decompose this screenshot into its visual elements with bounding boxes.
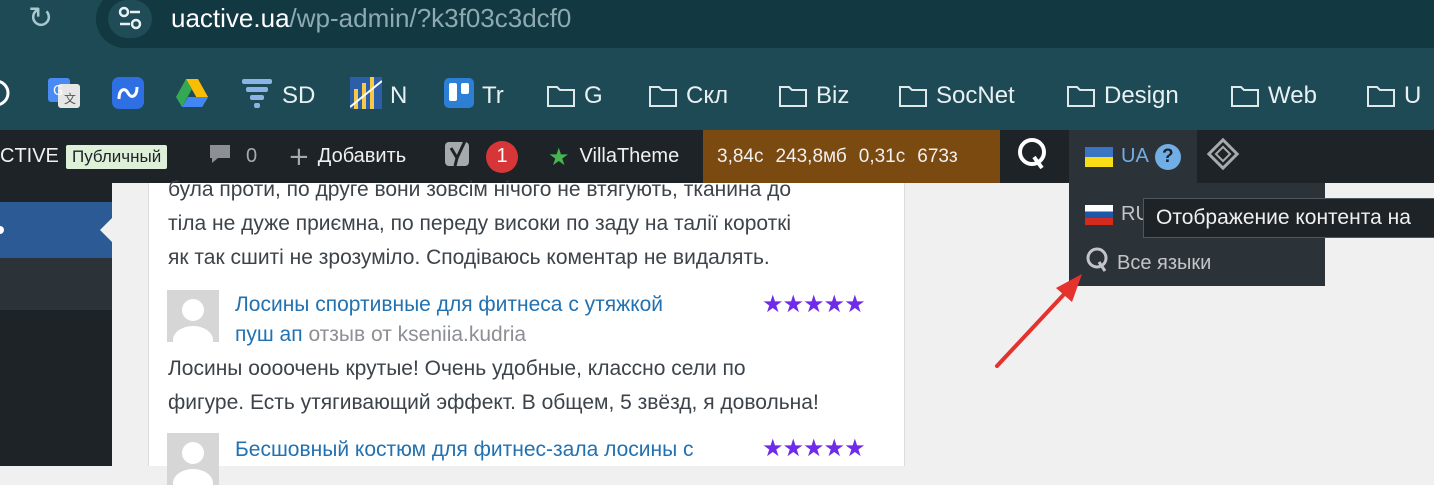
svg-text:G: G <box>53 84 63 99</box>
review-text-line: тіла не дуже приємна, по переду високи п… <box>168 212 792 235</box>
sidebar-submenu[interactable] <box>0 258 112 310</box>
rating-stars: ★★★★★ <box>762 290 866 318</box>
help-icon: ? <box>1154 143 1181 170</box>
public-badge: Публичный <box>66 144 168 169</box>
app-icon <box>112 76 144 116</box>
site-name: CTIVE <box>0 145 59 167</box>
svg-text:文: 文 <box>64 91 76 106</box>
bookmark-label: Tr <box>482 82 504 109</box>
plus-icon: + <box>288 141 310 172</box>
ua-flag-icon <box>1085 146 1113 167</box>
avatar <box>167 433 219 485</box>
bookmark-label: SD <box>282 82 316 109</box>
chart-icon <box>349 76 383 116</box>
bookmark-drive[interactable] <box>176 74 216 118</box>
active-pointer <box>100 218 112 242</box>
folder-icon <box>648 84 678 108</box>
google-drive-icon <box>176 78 208 114</box>
qtranslate-link[interactable] <box>1016 130 1050 183</box>
diamond-icon <box>1206 137 1240 177</box>
bookmark-label: U <box>1404 82 1422 109</box>
yoast-count-badge: 1 <box>486 140 518 173</box>
bookmark-sd[interactable]: SD <box>240 74 315 118</box>
bookmark-label: Biz <box>816 82 850 109</box>
bookmark-folder-biz[interactable]: Biz <box>778 74 849 118</box>
bookmark-folder-socnet[interactable]: SocNet <box>898 74 1015 118</box>
sidebar-item-active[interactable] <box>0 202 112 258</box>
yoast-icon <box>444 139 474 175</box>
folder-icon <box>1066 84 1096 108</box>
diamond-menu[interactable] <box>1206 130 1240 183</box>
bookmark-label: Скл <box>686 82 729 109</box>
perf-queries: 673з <box>917 145 958 167</box>
current-lang-label: UA <box>1121 145 1149 167</box>
trello-icon <box>444 77 474 115</box>
rating-stars: ★★★★★ <box>762 434 866 462</box>
reload-icon[interactable]: ↻ <box>28 4 60 36</box>
language-switcher[interactable]: UA ? <box>1069 130 1197 183</box>
review-text-line: Лосины оооочень крутые! Очень удобные, к… <box>168 357 746 380</box>
perf-db-time: 0,31с <box>858 145 906 167</box>
site-name-link[interactable]: CTIVE <box>0 130 59 183</box>
bookmark-chatgpt[interactable] <box>0 74 22 118</box>
tornado-icon <box>240 77 274 116</box>
comment-icon <box>208 143 232 171</box>
review-text-line: була проти, по друге вони зовсім нічого … <box>168 178 792 201</box>
add-label: Добавить <box>317 145 407 167</box>
avatar <box>167 290 219 342</box>
folder-icon <box>898 84 928 108</box>
bookmark-label: SocNet <box>936 82 1015 109</box>
review-text-line: як так сшиті не зрозуміло. Сподіваюсь ко… <box>168 246 770 269</box>
lang-option-ru[interactable]: RU <box>1085 203 1150 226</box>
site-settings-icon[interactable] <box>108 0 152 38</box>
folder-icon <box>1230 84 1260 108</box>
review-product-link-cont[interactable]: пуш ап <box>235 323 303 346</box>
url-host: uactive.ua <box>171 3 290 33</box>
folder-icon <box>778 84 808 108</box>
bookmark-label: Design <box>1104 82 1179 109</box>
star-icon: ★ <box>548 142 570 171</box>
public-status[interactable]: Публичный <box>66 130 168 183</box>
review-product-link[interactable]: Бесшовный костюм для фитнес-зала лосины … <box>235 435 694 465</box>
perf-memory: 243,8мб <box>775 145 847 167</box>
browser-toolbar: ↻ uactive.ua/wp-admin/?k3f03c3dcf0 <box>0 0 1434 74</box>
bookmark-app[interactable] <box>112 74 152 118</box>
ru-flag-icon <box>1085 204 1113 225</box>
annotation-arrow <box>995 274 1082 368</box>
bookmark-folder-u[interactable]: U <box>1366 74 1421 118</box>
bookmark-folder-skl[interactable]: Скл <box>648 74 728 118</box>
lang-option-all[interactable]: Все языки <box>1085 246 1211 280</box>
bookmark-folder-web[interactable]: Web <box>1230 74 1317 118</box>
chatgpt-icon <box>0 78 14 115</box>
q-logo-icon <box>1016 137 1050 177</box>
review-title-line2: пуш ап отзыв от kseniia.kudria <box>235 320 526 350</box>
folder-icon <box>546 84 576 108</box>
bookmark-label: Web <box>1268 82 1317 109</box>
url-path: /wp-admin/?k3f03c3dcf0 <box>289 3 572 33</box>
review-text-line: фигуре. Есть утягивающий эффект. В общем… <box>168 391 819 414</box>
google-translate-icon: G文 <box>48 77 80 115</box>
bookmark-label: N <box>390 82 408 109</box>
bookmark-n[interactable]: N <box>349 74 408 118</box>
lang-option-label: Все языки <box>1117 251 1212 274</box>
perf-time: 3,84с <box>717 145 764 167</box>
language-tooltip: Отображение контента на <box>1143 198 1434 238</box>
villatheme-label: VillaTheme <box>579 145 680 167</box>
bookmark-folder-g[interactable]: G <box>546 74 603 118</box>
bookmarks-bar: G文 SD N Tr G Скл Biz SocNet Design Web U <box>0 74 1434 130</box>
comments-count: 0 <box>246 145 258 167</box>
url-text[interactable]: uactive.ua/wp-admin/?k3f03c3dcf0 <box>171 2 571 34</box>
bookmark-folder-design[interactable]: Design <box>1066 74 1179 118</box>
bookmark-label: G <box>584 82 603 109</box>
review-author: отзыв от kseniia.kudria <box>308 323 527 346</box>
folder-icon <box>1366 84 1396 108</box>
bookmark-tr[interactable]: Tr <box>444 74 504 118</box>
bookmark-translate[interactable]: G文 <box>48 74 88 118</box>
review-product-link[interactable]: Лосины спортивные для фитнеса с утяжкой <box>235 290 663 320</box>
